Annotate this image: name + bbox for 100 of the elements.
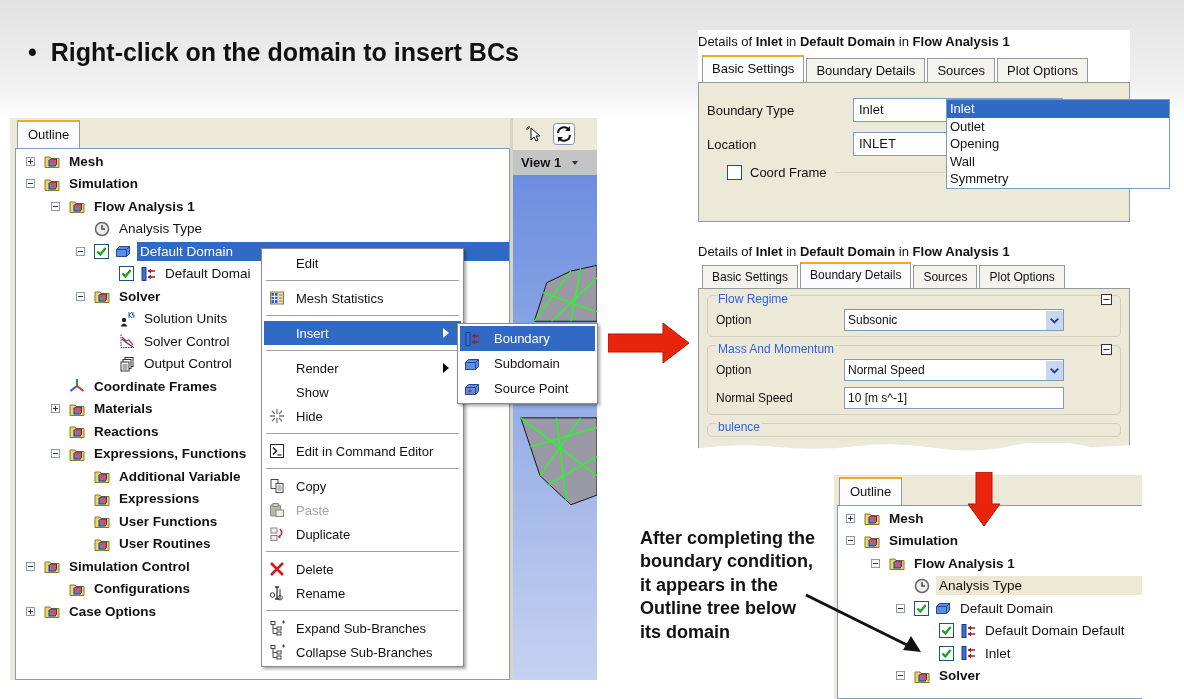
menu-item[interactable]: Delete — [264, 557, 461, 581]
outline-tab[interactable]: Outline — [839, 477, 903, 505]
tree-item[interactable]: Coordinate Frames — [91, 376, 221, 396]
cursor-icon[interactable] — [525, 125, 543, 143]
tree-item[interactable]: Materials — [91, 399, 156, 419]
tree-item[interactable]: Analysis Type — [936, 576, 1142, 596]
tree-toggle[interactable] — [26, 561, 35, 571]
section-title: Mass And Momentum — [716, 342, 837, 356]
collapse-toggle[interactable] — [1101, 293, 1112, 305]
tree-toggle[interactable] — [846, 513, 855, 523]
tree-toggle[interactable] — [26, 156, 35, 166]
tree-item[interactable]: Simulation — [886, 531, 961, 551]
tree-toggle[interactable] — [51, 404, 60, 414]
grid-icon — [269, 290, 285, 306]
tree-item[interactable]: Expressions — [116, 489, 203, 509]
section-title: Flow Regime — [716, 292, 791, 306]
menu-item[interactable]: Show — [264, 380, 461, 404]
clock-icon — [914, 577, 930, 594]
axes-icon — [69, 378, 85, 395]
tree-item[interactable]: Inlet — [982, 643, 1014, 663]
select-field[interactable]: Normal Speed — [844, 359, 1064, 381]
bullet-mark: • — [28, 38, 37, 67]
folder-icon — [864, 510, 880, 527]
boundary-icon — [464, 330, 480, 347]
tree-item[interactable]: Flow Analysis 1 — [91, 196, 198, 216]
tree-item[interactable]: Default Domain Default — [982, 621, 1128, 641]
select-field[interactable]: Subsonic — [844, 309, 1064, 331]
tree-item[interactable]: Solver Control — [141, 331, 233, 351]
tree-icon — [269, 644, 285, 660]
box-icon — [115, 243, 131, 260]
tree-toggle[interactable] — [76, 291, 85, 301]
tree-item[interactable]: Solver — [116, 286, 164, 306]
tree-toggle[interactable] — [51, 201, 60, 211]
dropdown-option[interactable]: Inlet — [947, 100, 1169, 118]
checkbox[interactable] — [727, 165, 742, 180]
chart-icon — [119, 333, 135, 350]
checkbox[interactable] — [939, 645, 954, 661]
tab[interactable]: Basic Settings — [702, 55, 805, 82]
tab[interactable]: Basic Settings — [702, 265, 799, 288]
tree-toggle[interactable] — [76, 246, 85, 256]
tree-item[interactable]: Output Control — [141, 354, 235, 374]
tree-toggle[interactable] — [871, 558, 880, 568]
tab[interactable]: Plot Options — [979, 265, 1065, 288]
tree-item[interactable]: User Functions — [116, 511, 221, 531]
folder-icon — [44, 558, 60, 575]
tree-toggle[interactable] — [26, 179, 35, 189]
tree-toggle[interactable] — [896, 603, 905, 613]
tree-item[interactable]: Mesh — [886, 508, 927, 528]
tab[interactable]: Sources — [927, 58, 996, 82]
tree-item[interactable]: Solution Units — [141, 309, 231, 329]
tree-toggle[interactable] — [846, 536, 855, 546]
text-field[interactable]: 10 [m s^-1] — [844, 387, 1064, 409]
tree-item[interactable]: Flow Analysis 1 — [911, 553, 1018, 573]
tab[interactable]: Plot Options — [997, 58, 1088, 82]
tree-item[interactable]: Expressions, Functions — [91, 444, 250, 464]
tree-item[interactable]: Simulation — [66, 174, 141, 194]
rotate-icon[interactable] — [553, 123, 575, 145]
tree-toggle[interactable] — [26, 606, 35, 616]
tab[interactable]: Boundary Details — [806, 58, 926, 82]
collapse-toggle[interactable] — [1101, 343, 1112, 355]
menu-item[interactable]: Edit in Command Editor — [264, 439, 461, 463]
chevron-down-icon — [1046, 360, 1063, 380]
delete-icon — [269, 561, 285, 577]
tree-item[interactable]: Default Domain — [957, 598, 1057, 618]
folder-icon — [44, 603, 60, 620]
menu-item[interactable]: Copy — [264, 474, 461, 498]
checkbox[interactable] — [914, 600, 929, 616]
tree-item[interactable]: Reactions — [91, 421, 162, 441]
tab[interactable]: Boundary Details — [800, 262, 912, 288]
menu-item[interactable]: Duplicate — [264, 522, 461, 546]
tree-item[interactable]: Default Domai — [162, 264, 254, 284]
tree-item[interactable]: Solver — [936, 666, 984, 686]
menu-item[interactable]: Boundary — [460, 326, 595, 351]
tree-item[interactable]: Configurations — [91, 579, 193, 599]
tree-toggle[interactable] — [896, 671, 905, 681]
menu-item[interactable]: Insert — [264, 321, 461, 345]
menu-item[interactable]: Rename — [264, 581, 461, 605]
tree-toggle[interactable] — [51, 449, 60, 459]
tree-item[interactable]: User Routines — [116, 534, 214, 554]
outline-tab[interactable]: Outline — [17, 120, 81, 148]
checkbox[interactable] — [939, 623, 954, 639]
menu-item[interactable]: Render — [264, 356, 461, 380]
menu-item[interactable]: Source Point — [460, 376, 595, 401]
caret-icon[interactable] — [571, 159, 580, 166]
tree-item[interactable]: Additional Variable — [116, 466, 244, 486]
tree-item[interactable]: Mesh — [66, 151, 107, 171]
checkbox[interactable] — [119, 266, 134, 282]
menu-item[interactable]: Mesh Statistics — [264, 286, 461, 310]
dropdown-option[interactable]: Symmetry — [947, 170, 1169, 188]
checkbox[interactable] — [94, 243, 109, 259]
menu-item[interactable]: Subdomain — [460, 351, 595, 376]
tree-item[interactable]: Case Options — [66, 601, 160, 621]
tree-item[interactable]: Analysis Type — [116, 219, 206, 239]
field-label: Option — [716, 363, 753, 377]
tree-item[interactable]: Simulation Control — [66, 556, 193, 576]
menu-item[interactable]: Expand Sub-Branches — [264, 616, 461, 640]
menu-item[interactable]: Collapse Sub-Branches — [264, 640, 461, 664]
menu-item[interactable]: Edit — [264, 251, 461, 275]
tab[interactable]: Sources — [913, 265, 978, 288]
menu-item[interactable]: Hide — [264, 404, 461, 428]
